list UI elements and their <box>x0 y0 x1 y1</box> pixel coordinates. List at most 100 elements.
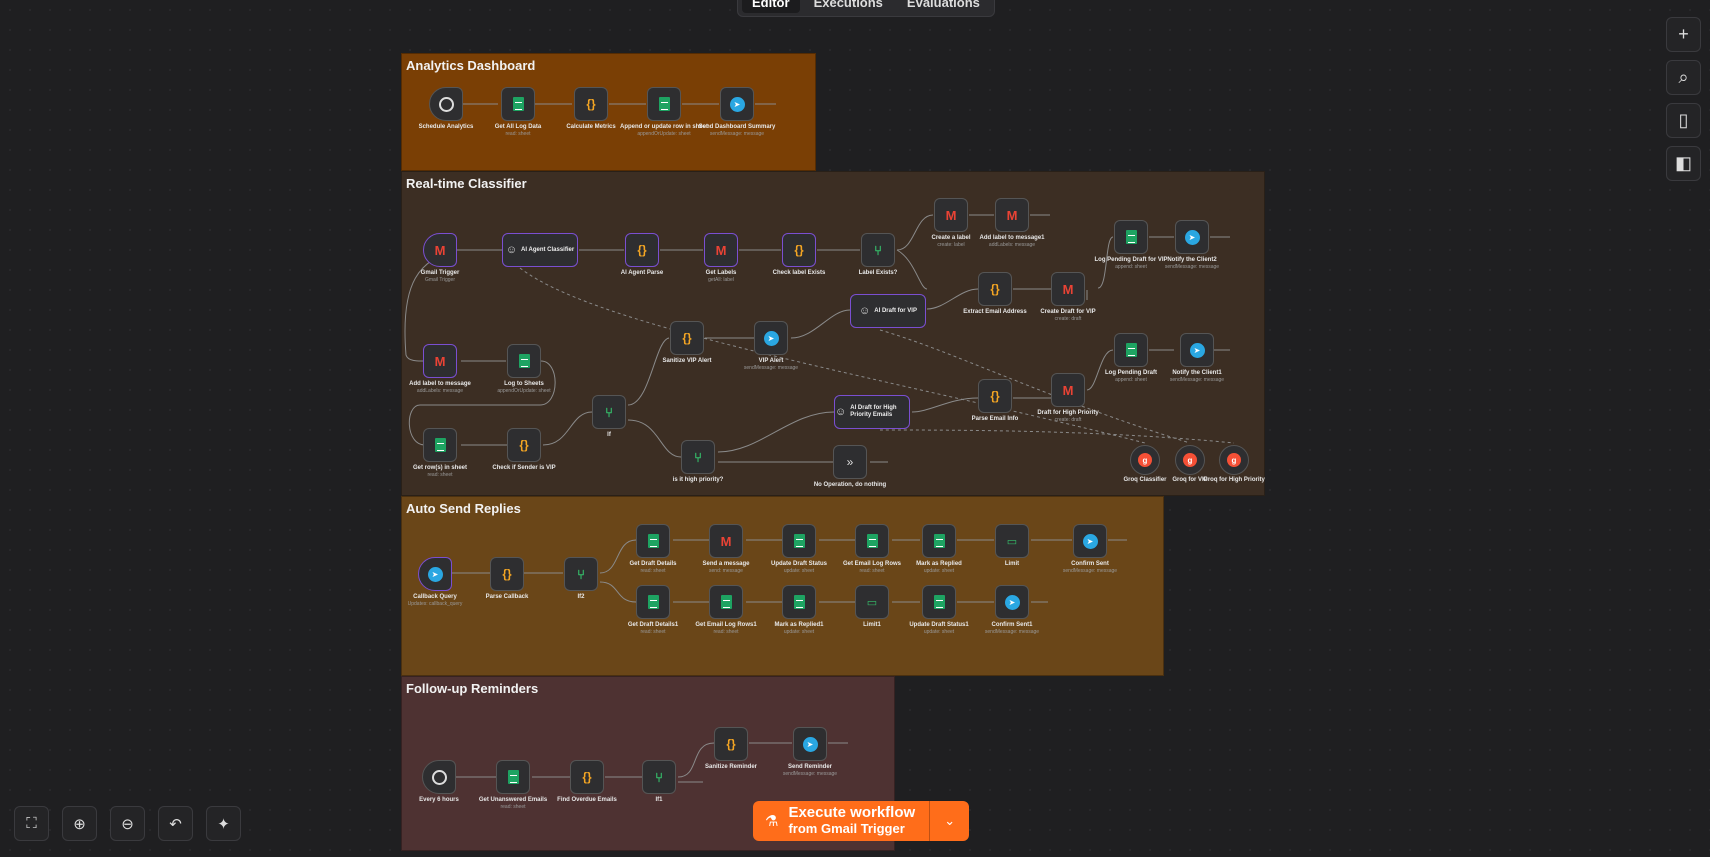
node-get-rows[interactable] <box>423 428 457 462</box>
gmail-icon: M <box>945 207 957 223</box>
groq-icon: g <box>1227 453 1241 467</box>
node-check-vip[interactable]: {} <box>507 428 541 462</box>
node-groq-high[interactable]: g <box>1219 445 1249 475</box>
branch-icon: ⑂ <box>694 449 702 465</box>
node-log-pending[interactable] <box>1114 333 1148 367</box>
node-limit[interactable]: ▭ <box>995 524 1029 558</box>
sheets-icon <box>793 595 805 609</box>
node-label: Get row(s) in sheet read: sheet <box>412 465 467 478</box>
node-send-reminder[interactable]: ➤ <box>793 727 827 761</box>
node-parse-callback[interactable]: {} <box>490 557 524 591</box>
zoom-out-icon[interactable]: ⊖ <box>110 806 145 841</box>
node-add-label[interactable]: M <box>423 344 457 378</box>
node-label: Create Draft for VIP create: draft <box>1040 309 1096 322</box>
node-create-label[interactable]: M <box>934 198 968 232</box>
node-create-draft-vip[interactable]: M <box>1051 272 1085 306</box>
node-label: Send Reminder sendMessage: message <box>782 764 838 777</box>
node-if[interactable]: ⑂ <box>592 395 626 429</box>
node-is-high[interactable]: ⑂ <box>681 440 715 474</box>
tab-editor[interactable]: Editor <box>742 0 800 13</box>
execute-workflow-button[interactable]: ⚗ Execute workflow from Gmail Trigger ⌄ <box>753 801 970 841</box>
node-schedule-analytics[interactable] <box>429 87 463 121</box>
node-ai-classifier[interactable]: ☺ AI Agent Classifier <box>502 233 578 267</box>
node-vip-alert[interactable]: ➤ <box>754 321 788 355</box>
telegram-icon: ➤ <box>427 566 443 582</box>
branch-icon: ⑂ <box>874 242 882 258</box>
node-add-label1[interactable]: M <box>995 198 1029 232</box>
sticky-title: Auto Send Replies <box>406 501 521 516</box>
undo-icon[interactable]: ↶ <box>158 806 193 841</box>
node-label: Draft for High Priority create: draft <box>1037 410 1099 423</box>
tab-executions[interactable]: Executions <box>804 0 893 13</box>
node-label: Confirm Sent sendMessage: message <box>1062 561 1118 574</box>
node-log-pending-vip[interactable] <box>1114 220 1148 254</box>
node-sanitize-vip[interactable]: {} <box>670 321 704 355</box>
code-icon: {} <box>502 567 512 581</box>
node-parse-email[interactable]: {} <box>978 379 1012 413</box>
node-send-dashboard[interactable]: ➤ <box>720 87 754 121</box>
node-label: VIP Alert sendMessage: message <box>743 358 799 371</box>
node-label: Add label to message1 addLabels: message <box>979 235 1045 248</box>
node-mark-replied[interactable] <box>922 524 956 558</box>
fit-view-icon[interactable]: ⛶ <box>14 806 49 841</box>
node-gmail-trigger[interactable]: M <box>423 233 457 267</box>
node-extract-email[interactable]: {} <box>978 272 1012 306</box>
node-if2[interactable]: ⑂ <box>564 557 598 591</box>
node-sanitize-reminder[interactable]: {} <box>714 727 748 761</box>
node-get-all-log[interactable] <box>501 87 535 121</box>
node-label: No Operation, do nothing <box>813 482 887 488</box>
code-icon: {} <box>726 737 736 751</box>
groq-icon: g <box>1183 453 1197 467</box>
node-ai-draft-vip[interactable]: ☺ AI Draft for VIP <box>850 294 926 328</box>
node-ai-draft-high[interactable]: ☺ AI Draft for High Priority Emails <box>834 395 910 429</box>
execute-main[interactable]: ⚗ Execute workflow from Gmail Trigger <box>753 801 929 841</box>
node-notify-client2[interactable]: ➤ <box>1175 220 1209 254</box>
gmail-icon: M <box>715 242 727 258</box>
branch-icon: ⑂ <box>655 769 663 785</box>
node-notify-client1[interactable]: ➤ <box>1180 333 1214 367</box>
node-noop[interactable]: » <box>833 445 867 479</box>
node-get-labels[interactable]: M <box>704 233 738 267</box>
node-draft-high[interactable]: M <box>1051 373 1085 407</box>
node-update-draft-status1[interactable] <box>922 585 956 619</box>
node-label-exists[interactable]: ⑂ <box>861 233 895 267</box>
chevron-down-icon[interactable]: ⌄ <box>929 801 969 841</box>
node-calc-metrics[interactable]: {} <box>574 87 608 121</box>
sheets-icon <box>933 595 945 609</box>
node-get-draft-details[interactable] <box>636 524 670 558</box>
sheets-icon <box>512 97 524 111</box>
panel-icon[interactable]: ◧ <box>1666 146 1701 181</box>
node-send-message[interactable]: M <box>709 524 743 558</box>
node-groq-classifier[interactable]: g <box>1130 445 1160 475</box>
node-label: Send Dashboard Summary sendMessage: messa… <box>698 124 776 137</box>
node-confirm-sent[interactable]: ➤ <box>1073 524 1107 558</box>
sheets-icon <box>518 354 530 368</box>
tab-evaluations[interactable]: Evaluations <box>897 0 990 13</box>
gmail-icon: M <box>1006 207 1018 223</box>
node-update-draft-status[interactable] <box>782 524 816 558</box>
node-find-overdue[interactable]: {} <box>570 760 604 794</box>
node-get-email-log1[interactable] <box>709 585 743 619</box>
node-get-draft-details1[interactable] <box>636 585 670 619</box>
sticky-note-icon[interactable]: ▯ <box>1666 103 1701 138</box>
node-append-update[interactable] <box>647 87 681 121</box>
node-get-email-log[interactable] <box>855 524 889 558</box>
groq-icon: g <box>1138 453 1152 467</box>
code-icon: {} <box>990 282 1000 296</box>
node-mark-replied1[interactable] <box>782 585 816 619</box>
node-log-sheets[interactable] <box>507 344 541 378</box>
node-confirm-sent1[interactable]: ➤ <box>995 585 1029 619</box>
sheets-icon <box>507 770 519 784</box>
node-every6[interactable] <box>422 760 456 794</box>
node-if1[interactable]: ⑂ <box>642 760 676 794</box>
node-callback-query[interactable]: ➤ <box>418 557 452 591</box>
node-limit1[interactable]: ▭ <box>855 585 889 619</box>
node-check-label[interactable]: {} <box>782 233 816 267</box>
search-icon[interactable]: ⌕ <box>1666 60 1701 95</box>
zoom-in-icon[interactable]: ⊕ <box>62 806 97 841</box>
node-get-unanswered[interactable] <box>496 760 530 794</box>
node-groq-vip[interactable]: g <box>1175 445 1205 475</box>
node-ai-parse[interactable]: {} <box>625 233 659 267</box>
plus-icon[interactable]: + <box>1666 17 1701 52</box>
tidy-up-icon[interactable]: ✦ <box>206 806 241 841</box>
